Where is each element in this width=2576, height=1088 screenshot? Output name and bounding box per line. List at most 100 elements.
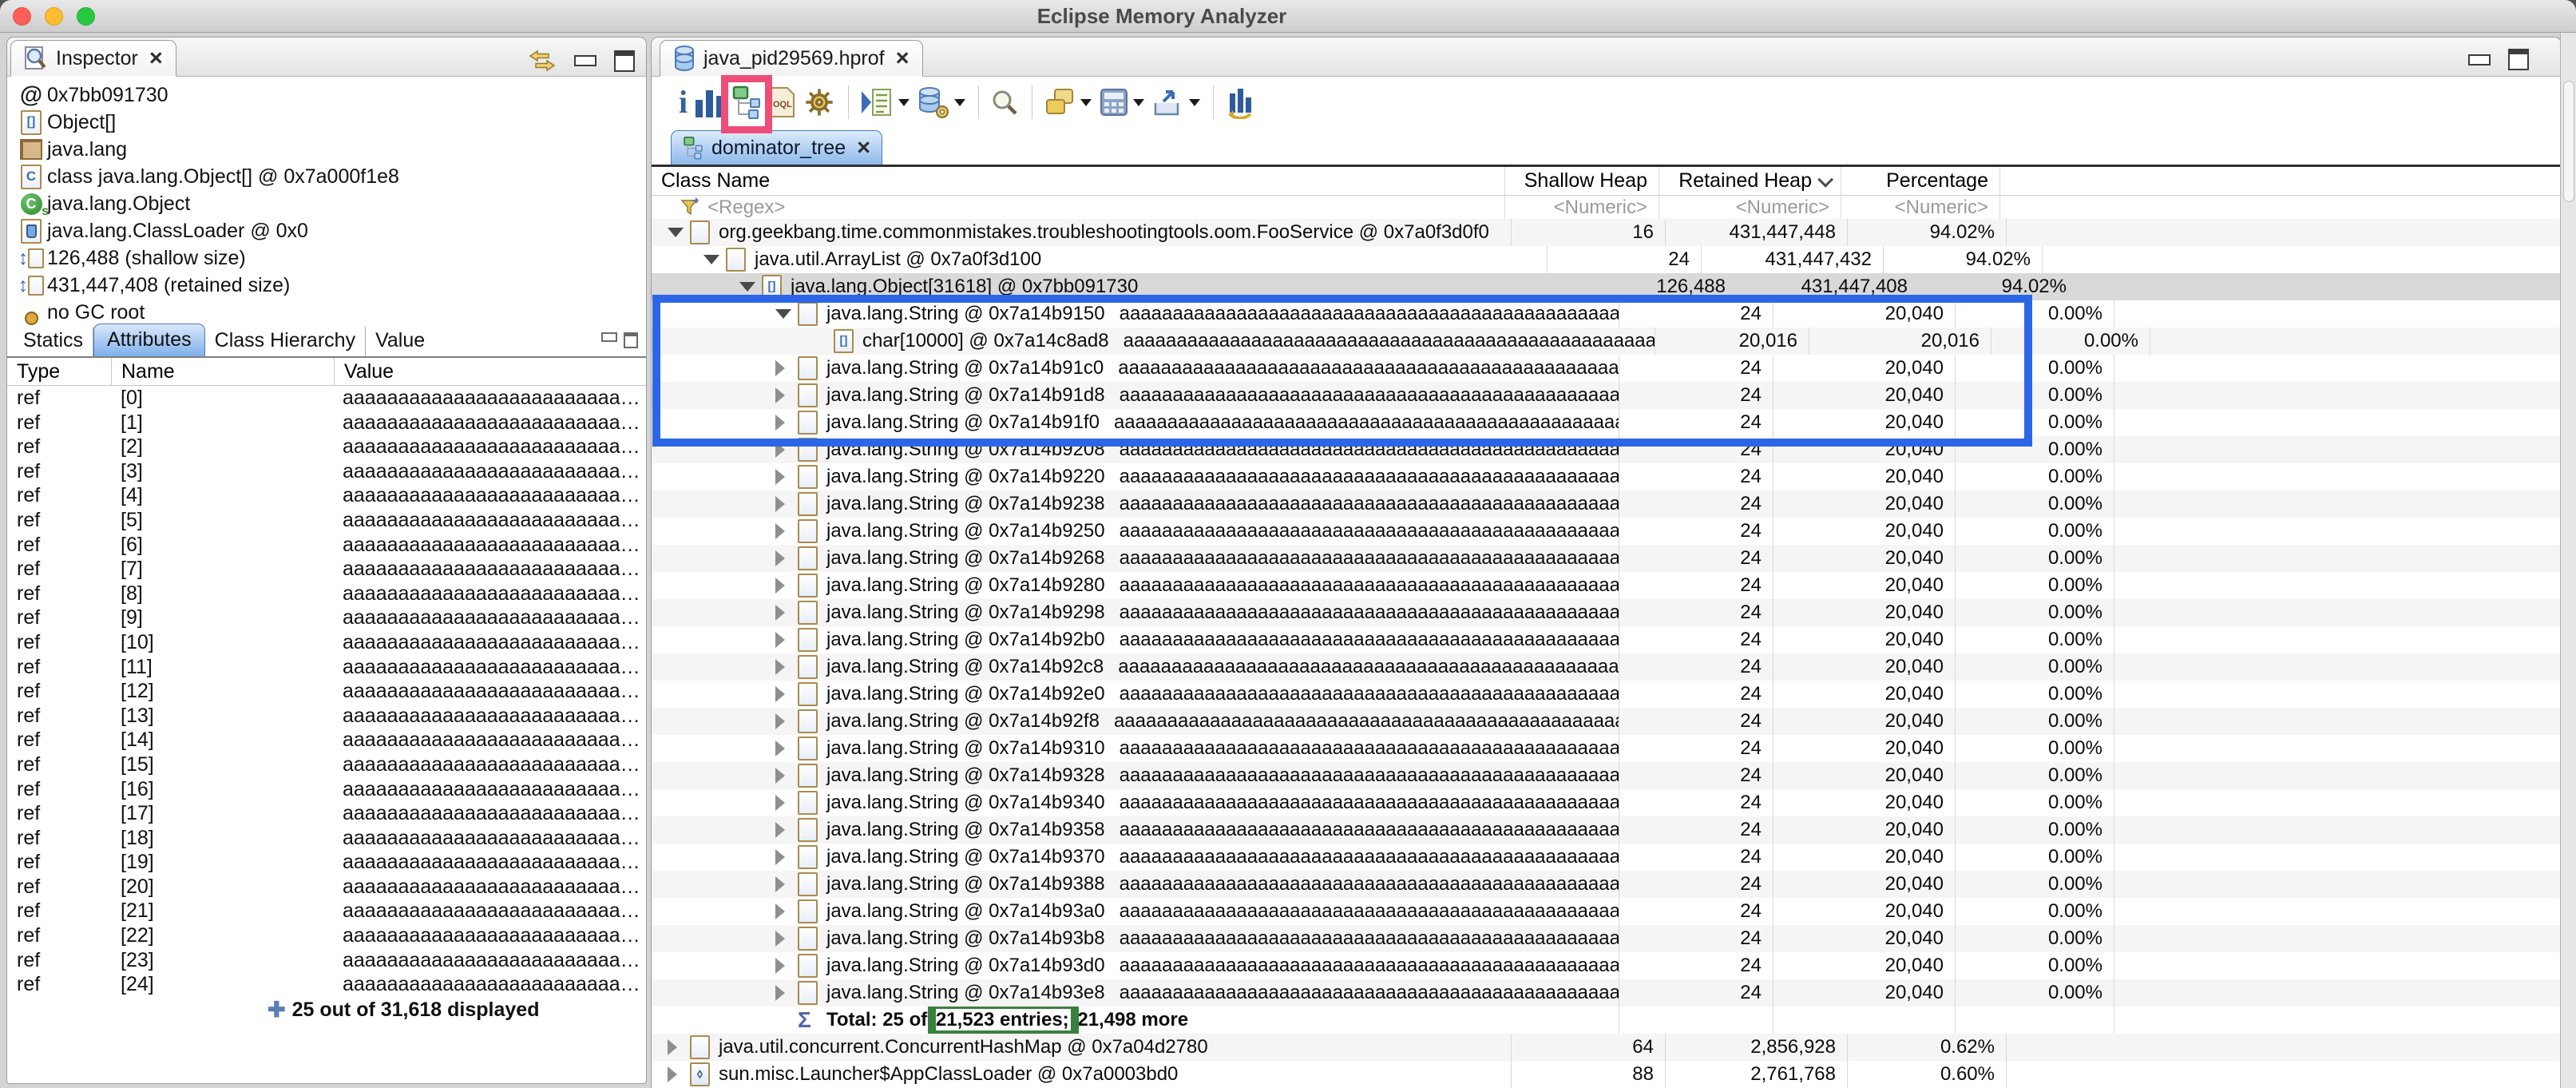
dropdown-caret-icon[interactable] <box>1133 99 1144 106</box>
tree-row[interactable]: java.lang.String @ 0x7a14b9298 aaaaaaaaa… <box>652 599 2561 626</box>
inspector-list-item[interactable]: class java.lang.Object[] @ 0x7a000f1e8 <box>7 163 646 190</box>
tree-row[interactable]: java.lang.String @ 0x7a14b9388 aaaaaaaaa… <box>652 871 2561 898</box>
column-header-type[interactable]: Type <box>7 358 111 385</box>
attribute-row[interactable]: ref [10] aaaaaaaaaaaaaaaaaaaaaaaaaaaaaaa… <box>7 630 646 655</box>
attribute-row[interactable]: ref [17] aaaaaaaaaaaaaaaaaaaaaaaaaaaaaaa… <box>7 801 646 826</box>
export-button[interactable] <box>1152 81 1200 123</box>
compare-heap-dump-button[interactable] <box>1225 81 1255 123</box>
minimize-view-icon[interactable] <box>574 55 596 66</box>
close-icon[interactable]: × <box>896 47 910 70</box>
tree-row[interactable]: Total: 25 of 21,523 entries; 21,498 more <box>652 1007 2561 1034</box>
attribute-row[interactable]: ref [8] aaaaaaaaaaaaaaaaaaaaaaaaaaaaaaaa… <box>7 582 646 606</box>
tree-row[interactable]: java.lang.String @ 0x7a14b93d0 aaaaaaaaa… <box>652 952 2561 979</box>
attribute-row[interactable]: ref [13] aaaaaaaaaaaaaaaaaaaaaaaaaaaaaaa… <box>7 704 646 729</box>
tree-row[interactable]: java.lang.String @ 0x7a14b9268 aaaaaaaaa… <box>652 545 2561 572</box>
attribute-row[interactable]: ref [21] aaaaaaaaaaaaaaaaaaaaaaaaaaaaaaa… <box>7 899 646 923</box>
tree-expand-arrow-icon[interactable] <box>775 849 798 865</box>
tree-expand-arrow-icon[interactable] <box>775 360 798 376</box>
tree-expand-arrow-icon[interactable] <box>775 686 798 702</box>
info-button[interactable]: i <box>679 81 688 123</box>
attribute-row[interactable]: ref [2] aaaaaaaaaaaaaaaaaaaaaaaaaaaaaaaa… <box>7 435 646 459</box>
filter-retained-field[interactable]: <Numeric> <box>1659 196 1841 219</box>
tree-row[interactable]: java.lang.String @ 0x7a14b9358 aaaaaaaaa… <box>652 816 2561 844</box>
tab-attributes[interactable]: Attributes <box>93 324 205 356</box>
expand-more-icon[interactable]: ✚ <box>268 998 286 1022</box>
tree-expand-arrow-icon[interactable] <box>775 795 798 811</box>
histogram-button[interactable] <box>696 81 723 123</box>
tree-expand-arrow-icon[interactable] <box>775 605 798 621</box>
dropdown-caret-icon[interactable] <box>1080 99 1092 106</box>
tree-row[interactable]: java.lang.String @ 0x7a14b9150 aaaaaaaaa… <box>652 300 2561 328</box>
tab-inspector[interactable]: Inspector × <box>10 40 176 77</box>
tree-expand-arrow-icon[interactable] <box>775 442 798 458</box>
dominator-tree-button[interactable] <box>731 81 762 123</box>
inspector-list-item[interactable]: 0x7bb091730 <box>7 81 646 109</box>
column-header-name[interactable]: Name <box>111 358 334 385</box>
tab-dominator-tree[interactable]: dominator_tree × <box>671 130 882 165</box>
column-header-percentage[interactable]: Percentage <box>1841 167 2000 195</box>
tree-row[interactable]: java.lang.String @ 0x7a14b9340 aaaaaaaaa… <box>652 789 2561 816</box>
attribute-row[interactable]: ref [18] aaaaaaaaaaaaaaaaaaaaaaaaaaaaaaa… <box>7 826 646 851</box>
inspector-list-item[interactable]: ↕ 126,488 (shallow size) <box>7 244 646 272</box>
column-header-retained-heap[interactable]: Retained Heap <box>1659 167 1841 195</box>
maximize-view-icon[interactable] <box>614 50 635 72</box>
group-by-button[interactable] <box>1044 81 1092 123</box>
attribute-row[interactable]: ref [22] aaaaaaaaaaaaaaaaaaaaaaaaaaaaaaa… <box>7 923 646 948</box>
tree-row[interactable]: java.lang.String @ 0x7a14b91d8 aaaaaaaaa… <box>652 382 2561 409</box>
tree-row[interactable]: java.lang.String @ 0x7a14b9238 aaaaaaaaa… <box>652 490 2561 518</box>
inspector-list-item[interactable]: java.lang.ClassLoader @ 0x0 <box>7 217 646 244</box>
tab-class-hierarchy[interactable]: Class Hierarchy <box>205 327 366 356</box>
sync-snapshot-icon[interactable] <box>528 49 557 73</box>
attribute-row[interactable]: ref [20] aaaaaaaaaaaaaaaaaaaaaaaaaaaaaaa… <box>7 875 646 899</box>
tree-expand-arrow-icon[interactable] <box>775 822 798 838</box>
tree-expand-arrow-icon[interactable] <box>775 632 798 648</box>
tree-row[interactable]: java.util.concurrent.ConcurrentHashMap @… <box>652 1034 2561 1061</box>
tab-statics[interactable]: Statics <box>14 327 93 356</box>
attribute-row[interactable]: ref [9] aaaaaaaaaaaaaaaaaaaaaaaaaaaaaaaa… <box>7 606 646 630</box>
maximize-small-icon[interactable] <box>624 332 638 348</box>
tree-row[interactable]: java.lang.String @ 0x7a14b92c8 aaaaaaaaa… <box>652 653 2561 681</box>
inspector-list-item[interactable]: ↕ 431,447,408 (retained size) <box>7 272 646 299</box>
attribute-row[interactable]: ref [1] aaaaaaaaaaaaaaaaaaaaaaaaaaaaaaaa… <box>7 411 646 435</box>
tree-expand-arrow-icon[interactable] <box>668 1066 690 1082</box>
attribute-row[interactable]: ref [23] aaaaaaaaaaaaaaaaaaaaaaaaaaaaaaa… <box>7 948 646 973</box>
tree-row[interactable]: java.lang.String @ 0x7a14b93b8 aaaaaaaaa… <box>652 925 2561 952</box>
heap-dump-actions-button[interactable] <box>917 81 965 123</box>
attribute-row[interactable]: ref [6] aaaaaaaaaaaaaaaaaaaaaaaaaaaaaaaa… <box>7 533 646 558</box>
tree-expand-arrow-icon[interactable] <box>775 550 798 566</box>
attribute-row[interactable]: ref [24] aaaaaaaaaaaaaaaaaaaaaaaaaaaaaaa… <box>7 972 646 997</box>
tree-row[interactable]: java.lang.String @ 0x7a14b91c0 aaaaaaaaa… <box>652 355 2561 382</box>
attribute-row[interactable]: ref [15] aaaaaaaaaaaaaaaaaaaaaaaaaaaaaaa… <box>7 752 646 777</box>
close-icon[interactable]: × <box>857 137 870 160</box>
attribute-row[interactable]: ref [14] aaaaaaaaaaaaaaaaaaaaaaaaaaaaaaa… <box>7 728 646 752</box>
attribute-row[interactable]: ref [16] aaaaaaaaaaaaaaaaaaaaaaaaaaaaaaa… <box>7 777 646 802</box>
attribute-row[interactable]: ref [4] aaaaaaaaaaaaaaaaaaaaaaaaaaaaaaaa… <box>7 483 646 508</box>
attribute-row[interactable]: ref [5] aaaaaaaaaaaaaaaaaaaaaaaaaaaaaaaa… <box>7 508 646 533</box>
attribute-row[interactable]: ref [7] aaaaaaaaaaaaaaaaaaaaaaaaaaaaaaaa… <box>7 557 646 582</box>
tree-row[interactable]: java.lang.String @ 0x7a14b91f0 aaaaaaaaa… <box>652 409 2561 436</box>
tree-expand-arrow-icon[interactable] <box>775 985 798 1001</box>
tree-expand-arrow-icon[interactable] <box>775 659 798 675</box>
maximize-editor-icon[interactable] <box>2508 49 2529 70</box>
minimize-editor-icon[interactable] <box>2468 54 2491 66</box>
tree-expand-arrow-icon[interactable] <box>739 282 762 292</box>
filter-shallow-field[interactable]: <Numeric> <box>1505 196 1659 219</box>
tree-expand-arrow-icon[interactable] <box>775 903 798 919</box>
attribute-row[interactable]: ref [3] aaaaaaaaaaaaaaaaaaaaaaaaaaaaaaaa… <box>7 459 646 484</box>
tree-expand-arrow-icon[interactable] <box>775 958 798 974</box>
inspector-list-item[interactable]: no GC root <box>7 299 646 326</box>
minimize-small-icon[interactable] <box>601 332 617 342</box>
run-expert-report-button[interactable] <box>860 81 910 123</box>
tab-value[interactable]: Value <box>366 327 434 356</box>
thread-overview-button[interactable] <box>803 81 835 123</box>
dropdown-caret-icon[interactable] <box>1189 99 1200 106</box>
tree-row[interactable]: java.lang.String @ 0x7a14b92b0 aaaaaaaaa… <box>652 626 2561 653</box>
tree-row[interactable]: java.lang.String @ 0x7a14b9220 aaaaaaaaa… <box>652 463 2561 490</box>
tree-row[interactable]: java.lang.String @ 0x7a14b9280 aaaaaaaaa… <box>652 572 2561 599</box>
tree-row[interactable]: java.lang.String @ 0x7a14b93a0 aaaaaaaaa… <box>652 898 2561 925</box>
tree-row[interactable]: java.lang.String @ 0x7a14b9310 aaaaaaaaa… <box>652 735 2561 762</box>
tree-row[interactable]: org.geekbang.time.commonmistakes.trouble… <box>652 219 2561 246</box>
column-header-class-name[interactable]: Class Name <box>652 167 1505 195</box>
attribute-row[interactable]: ref [11] aaaaaaaaaaaaaaaaaaaaaaaaaaaaaaa… <box>7 655 646 680</box>
filter-percentage-field[interactable]: <Numeric> <box>1841 196 2000 219</box>
